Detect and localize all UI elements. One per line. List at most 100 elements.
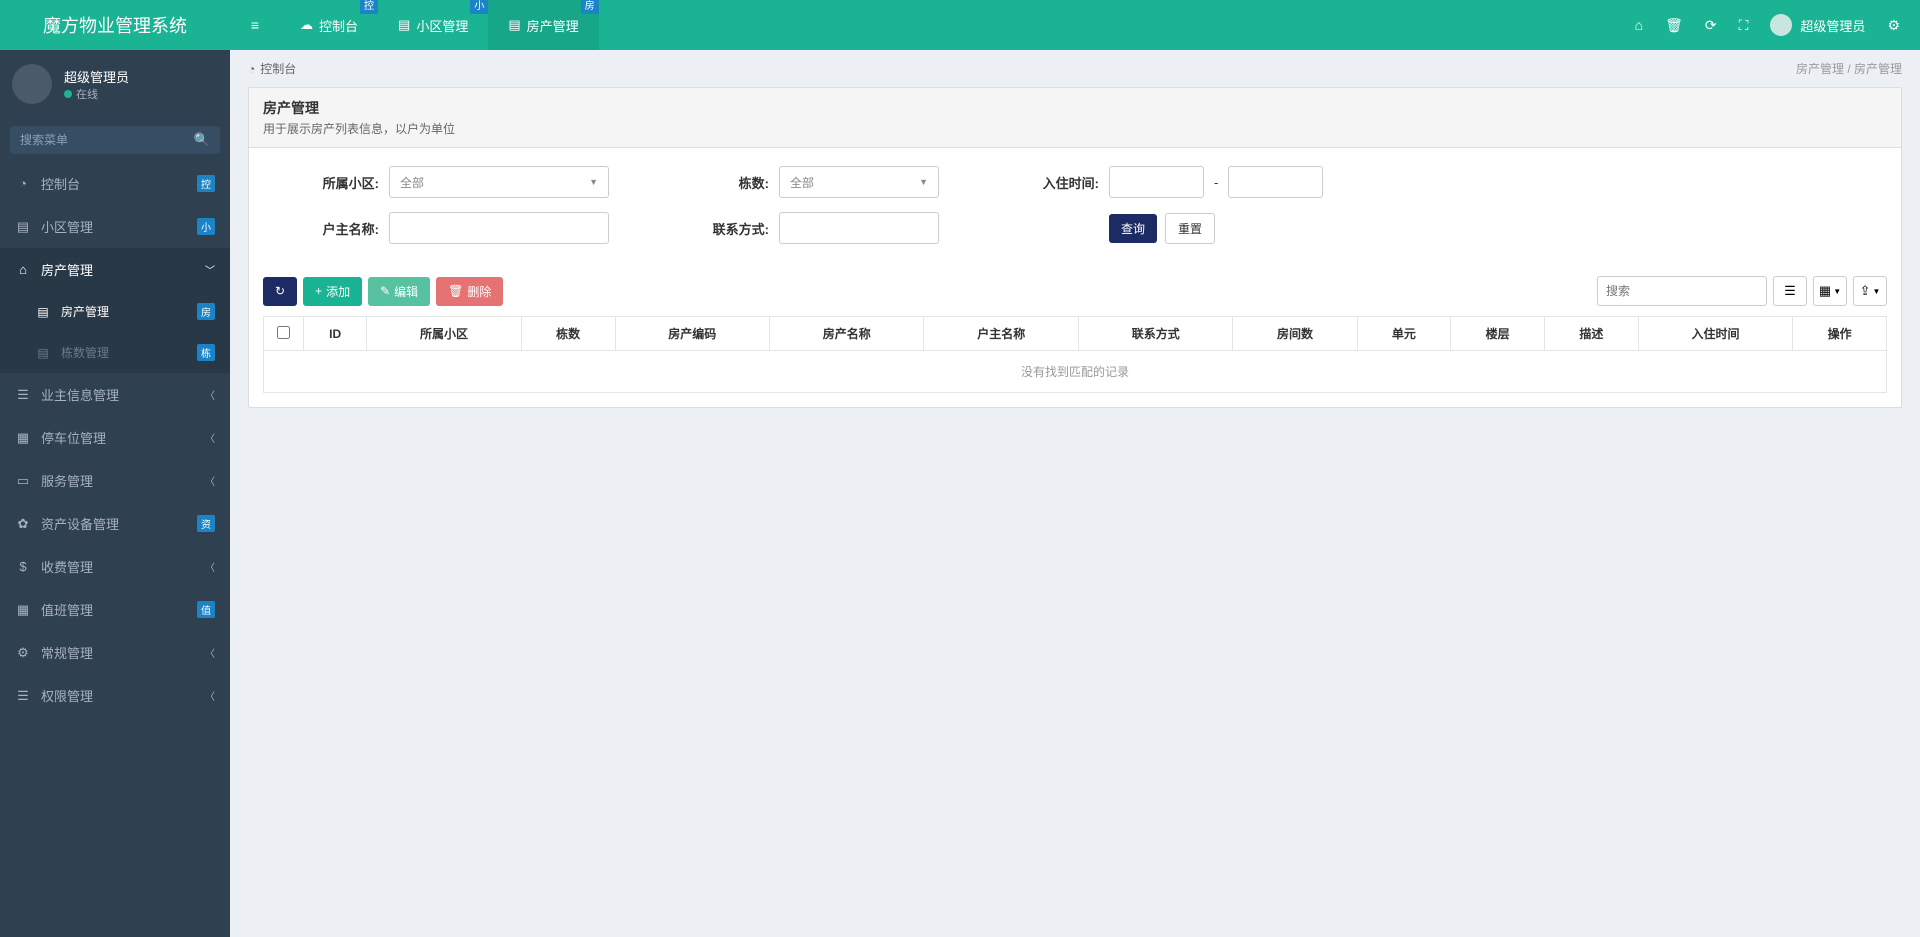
topbar: 魔方物业管理系统 ≡ ☁ 控制台 控 ▤ 小区管理 小 ▤ 房产管理 房 ⌂ 🗑… (0, 0, 1920, 50)
tab-badge: 控 (360, 0, 378, 14)
main-content: ◔ 控制台 房产管理 / 房产管理 房产管理 用于展示房产列表信息，以户为单位 … (230, 50, 1920, 937)
column-header[interactable]: 联系方式 (1078, 317, 1232, 351)
sidebar-item-业主信息管理[interactable]: ☰业主信息管理〈 (0, 373, 230, 416)
column-header[interactable]: 所属小区 (367, 317, 521, 351)
sidebar-item-label: 常规管理 (41, 643, 93, 662)
filter-label-building: 栋数: (659, 173, 769, 192)
sidebar-item-label: 栋数管理 (61, 344, 109, 361)
refresh-icon[interactable]: ⟳ (1705, 17, 1717, 34)
sidebar-item-小区管理[interactable]: ▤小区管理小 (0, 205, 230, 248)
sidebar-item-资产设备管理[interactable]: ✿资产设备管理资 (0, 502, 230, 545)
sidebar-item-label: 控制台 (41, 174, 80, 193)
menu-icon: ◔ (15, 176, 31, 191)
date-separator: - (1214, 175, 1218, 190)
breadcrumb-current: 房产管理 (1854, 62, 1902, 76)
tab-badge: 小 (470, 0, 488, 14)
query-button[interactable]: 查询 (1109, 214, 1157, 243)
sidebar-item-房产管理[interactable]: ⌂ 房产管理 ﹀ (0, 248, 230, 291)
refresh-button[interactable]: ↻ (263, 277, 297, 306)
sidebar-item-值班管理[interactable]: ▦值班管理值 (0, 588, 230, 631)
menu-icon: ⚙ (15, 645, 31, 661)
reset-button[interactable]: 重置 (1165, 213, 1215, 244)
tab-community[interactable]: ▤ 小区管理 小 (378, 0, 488, 50)
date-from-input[interactable] (1109, 166, 1204, 198)
breadcrumb-home[interactable]: 控制台 (260, 60, 296, 77)
badge: 控 (197, 175, 215, 192)
chevron-icon: 〈 (205, 387, 215, 402)
menu-icon: ▭ (15, 473, 31, 489)
column-header[interactable]: 房间数 (1233, 317, 1357, 351)
column-header[interactable]: 操作 (1793, 317, 1887, 351)
search-icon[interactable]: 🔍 (194, 132, 210, 148)
column-header[interactable]: 单元 (1357, 317, 1451, 351)
date-to-input[interactable] (1228, 166, 1323, 198)
search-input[interactable] (10, 126, 220, 154)
badge: 资 (197, 515, 215, 532)
refresh-icon: ↻ (275, 284, 285, 298)
filter-label-community: 所属小区: (269, 173, 379, 192)
building-select[interactable]: 全部 ▼ (779, 166, 939, 198)
sidebar-item-控制台[interactable]: ◔ 控制台 控 (0, 162, 230, 205)
select-all-checkbox[interactable] (277, 326, 290, 339)
edit-button[interactable]: ✎编辑 (368, 277, 430, 306)
menu-icon: ▤ (15, 219, 31, 235)
chevron-icon: 〈 (205, 473, 215, 488)
sidebar-item-label: 值班管理 (41, 600, 93, 619)
avatar-icon (12, 64, 52, 104)
gear-icon[interactable]: ⚙ (1887, 17, 1900, 34)
chevron-icon: ﹀ (205, 262, 215, 277)
panel-title: 房产管理 (263, 98, 1887, 118)
add-button[interactable]: +添加 (303, 277, 362, 306)
menu-toggle-icon[interactable]: ≡ (230, 17, 280, 33)
tab-label: 控制台 (319, 16, 358, 35)
menu-icon: ⌂ (15, 262, 31, 277)
badge: 值 (197, 601, 215, 618)
column-header[interactable]: 房产编码 (615, 317, 769, 351)
sidebar-item-label: 房产管理 (61, 303, 109, 320)
panel-header: 房产管理 用于展示房产列表信息，以户为单位 (249, 88, 1901, 148)
tab-label: 房产管理 (527, 16, 579, 35)
column-header[interactable]: 入住时间 (1638, 317, 1792, 351)
home-icon[interactable]: ⌂ (1635, 17, 1643, 33)
badge: 房 (197, 303, 215, 320)
plus-icon: + (315, 284, 322, 298)
menu-icon: $ (15, 559, 31, 574)
filter-label-owner: 户主名称: (269, 219, 379, 238)
delete-button[interactable]: 🗑删除 (436, 277, 503, 306)
sidebar-item-服务管理[interactable]: ▭服务管理〈 (0, 459, 230, 502)
table-search-input[interactable] (1597, 276, 1767, 306)
columns-button[interactable]: ▦▼ (1813, 276, 1847, 306)
badge: 小 (197, 218, 215, 235)
tab-property[interactable]: ▤ 房产管理 房 (488, 0, 598, 50)
sidebar-search: 🔍 (10, 126, 220, 154)
user-menu[interactable]: 超级管理员 (1770, 14, 1865, 36)
chevron-down-icon: ▼ (589, 177, 598, 187)
topbar-right: ⌂ 🗑 ⟳ ⛶ 超级管理员 ⚙ (1635, 14, 1920, 36)
sidebar-subitem-栋数管理[interactable]: ▤栋数管理栋 (0, 332, 230, 373)
sidebar-item-权限管理[interactable]: ☰权限管理〈 (0, 674, 230, 717)
breadcrumb-link[interactable]: 房产管理 (1796, 62, 1844, 76)
menu-icon: ☰ (15, 688, 31, 704)
export-button[interactable]: ⇪▼ (1853, 276, 1887, 306)
status-dot-icon (64, 90, 72, 98)
fullscreen-icon[interactable]: ⛶ (1739, 17, 1749, 34)
badge: 栋 (197, 344, 215, 361)
owner-input[interactable] (389, 212, 609, 244)
sidebar-item-停车位管理[interactable]: ▦停车位管理〈 (0, 416, 230, 459)
toggle-view-button[interactable]: ☰ (1773, 276, 1807, 306)
trash-icon[interactable]: 🗑 (1665, 17, 1683, 34)
tab-dashboard[interactable]: ☁ 控制台 控 (280, 0, 378, 50)
column-header[interactable]: 户主名称 (924, 317, 1078, 351)
sidebar-item-收费管理[interactable]: $收费管理〈 (0, 545, 230, 588)
sidebar-subitem-房产管理[interactable]: ▤房产管理房 (0, 291, 230, 332)
column-header[interactable]: 描述 (1544, 317, 1638, 351)
column-header[interactable]: 栋数 (521, 317, 615, 351)
community-select[interactable]: 全部 ▼ (389, 166, 609, 198)
sidebar-item-常规管理[interactable]: ⚙常规管理〈 (0, 631, 230, 674)
column-header[interactable]: 楼层 (1451, 317, 1545, 351)
column-header[interactable]: ID (304, 317, 367, 351)
sidebar-item-label: 房产管理 (41, 260, 93, 279)
contact-input[interactable] (779, 212, 939, 244)
column-header[interactable]: 房产名称 (769, 317, 923, 351)
tab-badge: 房 (581, 0, 599, 14)
